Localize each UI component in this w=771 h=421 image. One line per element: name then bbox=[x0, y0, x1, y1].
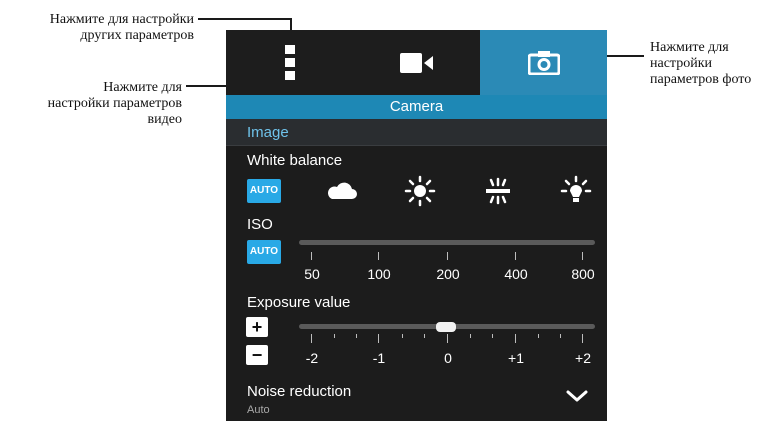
callout-line: других параметров bbox=[80, 28, 194, 43]
exposure-tick bbox=[378, 334, 379, 343]
exposure-minor-tick bbox=[356, 334, 357, 338]
exposure-tick-label: +2 bbox=[575, 350, 591, 366]
exposure-tick-label: 0 bbox=[444, 350, 452, 366]
iso-slider[interactable] bbox=[299, 240, 595, 245]
settings-tab-bar bbox=[226, 30, 607, 95]
iso-tick bbox=[311, 252, 312, 260]
mode-title: Camera bbox=[226, 95, 607, 119]
exposure-minor-tick bbox=[492, 334, 493, 338]
exposure-minor-tick bbox=[402, 334, 403, 338]
callout-line: Нажмите для bbox=[650, 40, 729, 55]
callout-line: Нажмите для bbox=[103, 80, 182, 95]
callout-video-settings: Нажмите для настройки параметров видео bbox=[0, 80, 182, 128]
callout-line: видео bbox=[147, 112, 182, 127]
exposure-value-label: Exposure value bbox=[247, 294, 351, 311]
iso-tick-label: 800 bbox=[571, 266, 595, 282]
callout-photo-settings: Нажмите для настройки параметров фото bbox=[650, 40, 771, 88]
callout-line: настройки bbox=[650, 56, 712, 71]
exposure-minor-tick bbox=[538, 334, 539, 338]
exposure-tick-label: -1 bbox=[372, 350, 386, 366]
iso-auto-button[interactable]: AUTO bbox=[247, 240, 281, 264]
callout-leader-line bbox=[198, 18, 291, 20]
iso-tick bbox=[378, 252, 379, 260]
iso-tick bbox=[515, 252, 516, 260]
exposure-minor-tick bbox=[470, 334, 471, 338]
iso-tick-label: 100 bbox=[367, 266, 391, 282]
callout-line: Нажмите для настройки bbox=[49, 12, 194, 27]
iso-label: ISO bbox=[247, 216, 273, 233]
incandescent-icon[interactable] bbox=[560, 175, 592, 207]
iso-tick bbox=[447, 252, 448, 260]
callout-other-settings: Нажмите для настройки других параметров bbox=[0, 12, 194, 44]
camera-icon bbox=[527, 50, 560, 75]
iso-tick-label: 50 bbox=[304, 266, 320, 282]
section-header-image: Image bbox=[226, 119, 607, 146]
exposure-tick bbox=[515, 334, 516, 343]
callout-line: параметров фото bbox=[650, 72, 752, 87]
fluorescent-icon[interactable] bbox=[483, 176, 513, 206]
daylight-icon[interactable] bbox=[404, 175, 436, 207]
noise-reduction-value: Auto bbox=[247, 404, 270, 416]
exposure-increase-button[interactable]: + bbox=[246, 317, 268, 337]
callout-line: настройки параметров bbox=[47, 96, 182, 111]
tab-video-settings[interactable] bbox=[353, 30, 480, 95]
iso-tick-label: 400 bbox=[504, 266, 528, 282]
iso-tick-label: 200 bbox=[436, 266, 460, 282]
noise-reduction-label: Noise reduction bbox=[247, 383, 352, 400]
chevron-down-icon[interactable] bbox=[565, 389, 589, 403]
exposure-tick bbox=[582, 334, 583, 343]
cloudy-icon[interactable] bbox=[326, 182, 358, 200]
white-balance-auto-button[interactable]: AUTO bbox=[247, 179, 281, 203]
more-vertical-icon bbox=[284, 45, 295, 80]
exposure-tick-label: +1 bbox=[508, 350, 524, 366]
exposure-tick-label: -2 bbox=[305, 350, 319, 366]
white-balance-label: White balance bbox=[247, 152, 343, 169]
exposure-decrease-button[interactable]: − bbox=[246, 345, 268, 365]
exposure-tick bbox=[447, 334, 448, 343]
camera-settings-panel: Camera Image White balance AUTO ISO AUTO… bbox=[226, 30, 607, 421]
exposure-minor-tick bbox=[334, 334, 335, 338]
video-camera-icon bbox=[399, 52, 433, 73]
exposure-minor-tick bbox=[424, 334, 425, 338]
exposure-minor-tick bbox=[560, 334, 561, 338]
iso-tick bbox=[582, 252, 583, 260]
exposure-tick bbox=[311, 334, 312, 343]
exposure-slider-thumb[interactable] bbox=[436, 322, 456, 332]
tab-other-settings[interactable] bbox=[226, 30, 353, 95]
tab-photo-settings[interactable] bbox=[480, 30, 607, 95]
